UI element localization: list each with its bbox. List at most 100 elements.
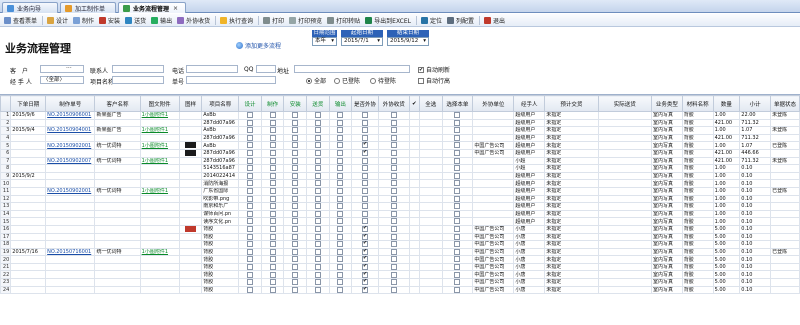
output-checkbox[interactable] bbox=[337, 158, 344, 164]
select-order-checkbox[interactable] bbox=[454, 256, 461, 263]
order-no-cell[interactable]: NO.20150902001 bbox=[45, 141, 96, 150]
is-outsource-checkbox-cell[interactable] bbox=[351, 133, 379, 143]
deliver-checkbox-cell[interactable] bbox=[306, 232, 330, 242]
outsource-receive-checkbox-cell[interactable] bbox=[377, 278, 410, 287]
design-checkbox-cell[interactable] bbox=[238, 270, 262, 280]
outsource-receive-checkbox-cell[interactable] bbox=[377, 164, 410, 173]
deliver-checkbox[interactable] bbox=[314, 165, 321, 172]
order-no-cell[interactable] bbox=[45, 285, 96, 295]
column-header-business-type[interactable]: 业务类型 bbox=[650, 95, 683, 112]
deliver-checkbox-cell[interactable] bbox=[306, 224, 330, 234]
produce-checkbox-cell[interactable] bbox=[260, 186, 285, 196]
design-checkbox-cell[interactable] bbox=[238, 148, 262, 158]
design-checkbox-cell[interactable] bbox=[238, 240, 262, 249]
is-outsource-checkbox[interactable] bbox=[362, 127, 369, 134]
print-preview-button[interactable]: 打印预览 bbox=[287, 15, 324, 26]
column-header-outsource-receive[interactable]: 外协收货 bbox=[377, 95, 410, 112]
deliver-checkbox-cell[interactable] bbox=[306, 217, 330, 226]
is-outsource-checkbox-cell[interactable] bbox=[351, 202, 379, 211]
table-row[interactable]: 12 吹影带.png 超级用户 未指定 室内写真 背胶 1.00 0.10 bbox=[0, 194, 800, 204]
order-no-link[interactable]: NO.20150902001 bbox=[47, 188, 91, 194]
table-row[interactable]: 8 5143516a87 小超 未指定 室内写真 背胶 1.00 0.10 bbox=[0, 164, 800, 173]
design-checkbox-cell[interactable] bbox=[238, 262, 262, 272]
column-header-deliver[interactable]: 送货 bbox=[306, 95, 330, 112]
order-no-cell[interactable]: NO.20150904001 bbox=[45, 126, 96, 135]
outsource-receive-checkbox[interactable] bbox=[390, 188, 397, 194]
order-no-link[interactable]: NO.20150902007 bbox=[47, 158, 91, 164]
install-checkbox[interactable] bbox=[292, 218, 299, 225]
select-order-checkbox[interactable] bbox=[454, 135, 461, 141]
install-checkbox[interactable] bbox=[292, 226, 299, 232]
order-no-cell[interactable] bbox=[45, 262, 96, 272]
outsource-receive-checkbox[interactable] bbox=[390, 165, 397, 172]
design-checkbox[interactable] bbox=[247, 218, 254, 225]
column-header-rownum[interactable] bbox=[0, 95, 12, 112]
column-header-order-date[interactable]: 下单日期 bbox=[10, 95, 47, 112]
output-checkbox-cell[interactable] bbox=[328, 164, 353, 173]
select-order-cell[interactable] bbox=[441, 156, 474, 166]
is-outsource-checkbox-cell[interactable] bbox=[351, 171, 379, 181]
select-order-checkbox[interactable] bbox=[454, 112, 461, 119]
qq-input[interactable] bbox=[256, 65, 276, 73]
produce-checkbox-cell[interactable] bbox=[260, 171, 285, 181]
install-checkbox[interactable] bbox=[292, 279, 299, 286]
outsource-receive-checkbox-cell[interactable] bbox=[377, 156, 410, 166]
outsource-receive-checkbox-cell[interactable] bbox=[377, 270, 410, 280]
output-checkbox[interactable] bbox=[337, 195, 344, 202]
outsource-receive-checkbox[interactable] bbox=[390, 150, 397, 157]
design-checkbox[interactable] bbox=[247, 249, 254, 255]
is-outsource-checkbox-cell[interactable] bbox=[351, 118, 379, 128]
attachment-cell[interactable] bbox=[139, 240, 180, 249]
is-outsource-checkbox[interactable] bbox=[362, 233, 369, 240]
design-checkbox[interactable] bbox=[247, 180, 254, 187]
design-checkbox-cell[interactable] bbox=[238, 232, 262, 242]
is-outsource-checkbox[interactable] bbox=[362, 271, 369, 278]
output-checkbox-cell[interactable] bbox=[328, 270, 353, 280]
is-outsource-checkbox[interactable] bbox=[362, 287, 369, 293]
install-checkbox-cell[interactable] bbox=[283, 171, 307, 181]
produce-checkbox[interactable] bbox=[269, 120, 276, 126]
design-checkbox[interactable] bbox=[247, 127, 254, 134]
table-row[interactable]: 22背胶中国广告公司小唐未指定室内写真背胶5.000.10 bbox=[0, 270, 800, 280]
is-outsource-checkbox-cell[interactable] bbox=[351, 186, 379, 196]
deliver-checkbox-cell[interactable] bbox=[306, 186, 330, 196]
outsource-receive-checkbox[interactable] bbox=[390, 264, 397, 270]
deliver-checkbox-cell[interactable] bbox=[306, 126, 330, 135]
install-checkbox[interactable] bbox=[292, 173, 299, 179]
column-header-select-order[interactable]: 选择本单 bbox=[441, 95, 474, 112]
query-button[interactable]: 执行查询 bbox=[218, 15, 255, 26]
select-order-checkbox[interactable] bbox=[454, 180, 461, 187]
produce-checkbox-cell[interactable] bbox=[260, 247, 285, 257]
deliver-checkbox[interactable] bbox=[314, 112, 321, 119]
deliver-checkbox[interactable] bbox=[314, 188, 321, 194]
attachment-cell[interactable] bbox=[139, 270, 180, 280]
is-outsource-checkbox[interactable] bbox=[362, 135, 369, 141]
table-row[interactable]: 15 读序文化.pn 超级用户 未指定 室内写真 背胶 1.00 0.10 bbox=[0, 217, 800, 226]
deliver-checkbox-cell[interactable] bbox=[306, 285, 330, 295]
deliver-checkbox-cell[interactable] bbox=[306, 133, 330, 143]
is-outsource-checkbox[interactable] bbox=[362, 188, 369, 194]
output-checkbox[interactable] bbox=[337, 180, 344, 187]
select-order-cell[interactable] bbox=[441, 179, 474, 188]
outsource-receive-checkbox-cell[interactable] bbox=[377, 209, 410, 219]
is-outsource-checkbox-cell[interactable] bbox=[351, 164, 379, 173]
outsource-receive-checkbox-cell[interactable] bbox=[377, 202, 410, 211]
output-checkbox-cell[interactable] bbox=[328, 171, 353, 181]
produce-checkbox-cell[interactable] bbox=[260, 156, 285, 166]
select-order-cell[interactable] bbox=[441, 278, 474, 287]
install-checkbox-cell[interactable] bbox=[283, 126, 307, 135]
deliver-checkbox[interactable] bbox=[314, 180, 321, 187]
produce-checkbox-cell[interactable] bbox=[260, 278, 285, 287]
is-outsource-checkbox[interactable] bbox=[362, 158, 369, 164]
output-checkbox[interactable] bbox=[337, 165, 344, 172]
select-order-checkbox[interactable] bbox=[454, 233, 461, 240]
deliver-checkbox-cell[interactable] bbox=[306, 194, 330, 204]
deliver-checkbox[interactable] bbox=[314, 135, 321, 141]
design-checkbox-cell[interactable] bbox=[238, 111, 262, 120]
select-order-cell[interactable] bbox=[441, 164, 474, 173]
select-order-cell[interactable] bbox=[441, 118, 474, 128]
produce-checkbox-cell[interactable] bbox=[260, 224, 285, 234]
outsource-receive-checkbox-cell[interactable] bbox=[377, 171, 410, 181]
install-checkbox[interactable] bbox=[292, 142, 299, 149]
produce-button[interactable]: 制作 bbox=[71, 15, 96, 26]
